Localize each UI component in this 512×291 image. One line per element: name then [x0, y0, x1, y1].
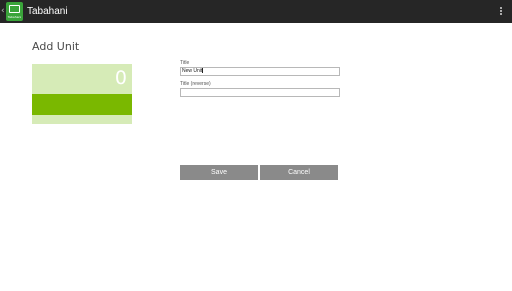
- app-title: Tabahani: [27, 6, 68, 17]
- page-title: Add Unit: [32, 40, 80, 53]
- title-reverse-field[interactable]: [180, 88, 340, 97]
- title-reverse-label: Title (reverse): [180, 81, 211, 87]
- action-bar: ‹ Tabahani Tabahani: [0, 0, 512, 23]
- unit-preview-card: 0: [32, 64, 132, 124]
- monitor-icon: [9, 5, 20, 13]
- overflow-menu-icon[interactable]: [500, 7, 503, 17]
- save-button[interactable]: Save: [180, 165, 258, 180]
- up-caret-icon[interactable]: ‹: [1, 6, 5, 16]
- unit-color-band: [32, 94, 132, 115]
- text-cursor: [202, 68, 204, 74]
- unit-count: 0: [114, 67, 127, 89]
- cancel-button[interactable]: Cancel: [260, 165, 338, 180]
- app-logo-icon[interactable]: Tabahani: [6, 2, 23, 21]
- title-value: New Unit: [182, 68, 203, 74]
- app-logo-text: Tabahani: [7, 15, 22, 19]
- title-label: Title: [180, 60, 190, 66]
- title-field[interactable]: New Unit: [180, 67, 340, 76]
